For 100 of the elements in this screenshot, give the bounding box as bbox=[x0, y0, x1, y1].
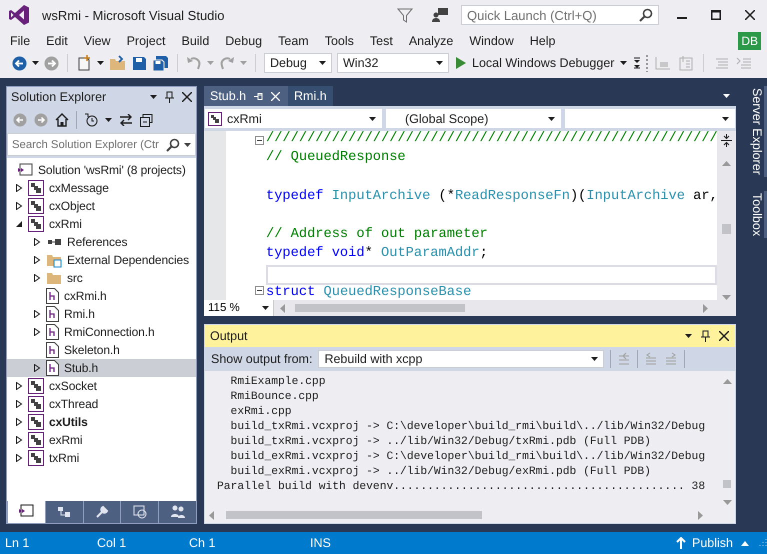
configuration-dropdown[interactable]: Debug bbox=[264, 53, 332, 73]
save-all-icon[interactable] bbox=[152, 54, 169, 72]
close-icon[interactable] bbox=[182, 92, 192, 102]
platform-dropdown[interactable]: Win32 bbox=[337, 53, 449, 73]
caret-icon[interactable] bbox=[591, 357, 598, 361]
up-arrow-icon[interactable] bbox=[676, 537, 686, 549]
menu-item[interactable]: View bbox=[78, 34, 117, 48]
expand-arrow-icon[interactable] bbox=[15, 202, 23, 210]
caret-icon[interactable] bbox=[32, 61, 39, 65]
caret-icon[interactable] bbox=[105, 118, 112, 122]
open-folder-icon[interactable] bbox=[109, 55, 127, 71]
menu-item[interactable]: Tools bbox=[318, 34, 360, 48]
caret-icon[interactable] bbox=[722, 116, 729, 120]
zoom-dropdown[interactable]: 115 % bbox=[204, 300, 274, 316]
pin-icon[interactable] bbox=[701, 330, 710, 342]
menu-item[interactable]: Build bbox=[175, 34, 216, 48]
tree-item[interactable]: cxThread bbox=[7, 395, 196, 413]
editor-tab[interactable]: Rmi.h bbox=[288, 86, 333, 106]
expand-arrow-icon[interactable] bbox=[33, 274, 41, 282]
tree-item[interactable]: txRmi bbox=[7, 449, 196, 467]
quick-launch-field[interactable]: Quick Launch (Ctrl+Q) bbox=[461, 5, 659, 25]
history-icon[interactable] bbox=[84, 113, 98, 127]
filter-icon[interactable] bbox=[397, 7, 413, 23]
side-tab[interactable]: Server Explorer bbox=[741, 86, 767, 177]
tree-item[interactable]: cxRmi bbox=[7, 215, 196, 233]
expand-arrow-icon[interactable] bbox=[33, 364, 41, 372]
maximize-icon[interactable] bbox=[711, 10, 721, 20]
collapse-arrow-icon[interactable] bbox=[15, 220, 23, 228]
publish-button[interactable]: Publish bbox=[692, 536, 733, 550]
scroll-thumb[interactable] bbox=[294, 304, 465, 312]
overflow-icon[interactable] bbox=[634, 56, 640, 70]
expand-arrow-icon[interactable] bbox=[33, 310, 41, 318]
expand-arrow-icon[interactable] bbox=[15, 184, 23, 192]
tree-item[interactable]: Solution 'wsRmi' (8 projects) bbox=[7, 161, 196, 179]
tree-item[interactable]: Rmi.h bbox=[7, 305, 196, 323]
home-icon[interactable] bbox=[55, 113, 69, 127]
tree-item[interactable]: RmiConnection.h bbox=[7, 323, 196, 341]
tree-item[interactable]: exRmi bbox=[7, 431, 196, 449]
dropdown-icon[interactable] bbox=[685, 334, 692, 338]
project-dropdown[interactable]: cxRmi bbox=[205, 109, 382, 128]
caret-icon[interactable] bbox=[548, 116, 555, 120]
scroll-thumb[interactable] bbox=[226, 511, 482, 519]
scroll-thumb[interactable] bbox=[722, 224, 731, 234]
scroll-thumb[interactable] bbox=[723, 480, 731, 488]
close-icon[interactable] bbox=[719, 331, 729, 341]
menu-item[interactable]: File bbox=[4, 34, 36, 48]
collapse-box-icon[interactable] bbox=[255, 136, 264, 145]
dropdown-icon[interactable] bbox=[723, 94, 730, 98]
search-icon[interactable] bbox=[166, 138, 180, 152]
forward-icon[interactable] bbox=[34, 113, 48, 127]
caret-icon[interactable] bbox=[319, 61, 326, 65]
sync-icon[interactable] bbox=[119, 114, 133, 126]
menu-item[interactable]: Analyze bbox=[402, 34, 460, 48]
search-icon[interactable] bbox=[639, 8, 653, 22]
expand-arrow-icon[interactable] bbox=[33, 256, 41, 264]
menu-item[interactable]: Team bbox=[272, 34, 315, 48]
tree-item[interactable]: cxUtils bbox=[7, 413, 196, 431]
expand-arrow-icon[interactable] bbox=[15, 454, 23, 462]
caret-icon[interactable] bbox=[620, 61, 628, 65]
dropdown-icon[interactable] bbox=[150, 95, 157, 99]
split-icon[interactable] bbox=[720, 134, 733, 147]
expand-arrow-icon[interactable] bbox=[33, 328, 41, 336]
caret-icon[interactable] bbox=[262, 306, 269, 310]
expand-arrow-icon[interactable] bbox=[15, 400, 23, 408]
tree-item[interactable]: src bbox=[7, 269, 196, 287]
caret-up-icon[interactable] bbox=[741, 540, 749, 546]
side-tab[interactable]: Toolbox bbox=[741, 190, 767, 238]
forward-icon[interactable] bbox=[44, 56, 59, 70]
caret-icon[interactable] bbox=[369, 116, 376, 120]
expand-arrow-icon[interactable] bbox=[15, 382, 23, 390]
menu-item[interactable]: Project bbox=[120, 34, 172, 48]
tree-item[interactable]: cxRmi.h bbox=[7, 287, 196, 305]
scope-dropdown[interactable]: (Global Scope) bbox=[386, 109, 561, 128]
close-icon[interactable] bbox=[745, 10, 755, 20]
caret-icon[interactable] bbox=[97, 61, 104, 65]
expand-arrow-icon[interactable] bbox=[15, 436, 23, 444]
new-item-icon[interactable] bbox=[76, 55, 92, 71]
back-icon[interactable] bbox=[12, 56, 27, 70]
pin-icon[interactable] bbox=[165, 91, 174, 103]
output-source-dropdown[interactable]: Rebuild with xcpp bbox=[318, 350, 604, 368]
tree-item[interactable]: Skeleton.h bbox=[7, 341, 196, 359]
search-field[interactable]: Search Solution Explorer (Ctr bbox=[7, 133, 196, 156]
menu-item[interactable]: Test bbox=[364, 34, 399, 48]
tree-item[interactable]: cxSocket bbox=[7, 377, 196, 395]
dropdown-icon[interactable] bbox=[184, 142, 191, 146]
caret-icon[interactable] bbox=[436, 61, 443, 65]
expand-arrow-icon[interactable] bbox=[33, 238, 41, 246]
panel-tab[interactable] bbox=[7, 501, 45, 523]
tree-item[interactable]: cxMessage bbox=[7, 179, 196, 197]
account-badge[interactable]: DB bbox=[738, 32, 761, 50]
menu-item[interactable]: Window bbox=[463, 34, 520, 48]
collapse-box-icon[interactable] bbox=[255, 286, 264, 296]
save-icon[interactable] bbox=[132, 56, 147, 70]
tree-item[interactable]: References bbox=[7, 233, 196, 251]
collapse-all-icon[interactable] bbox=[140, 114, 153, 126]
tree-item[interactable]: External Dependencies bbox=[7, 251, 196, 269]
menu-item[interactable]: Edit bbox=[40, 34, 74, 48]
tree-item[interactable]: Stub.h bbox=[7, 359, 196, 377]
feedback-icon[interactable] bbox=[431, 7, 449, 23]
expand-arrow-icon[interactable] bbox=[15, 418, 23, 426]
